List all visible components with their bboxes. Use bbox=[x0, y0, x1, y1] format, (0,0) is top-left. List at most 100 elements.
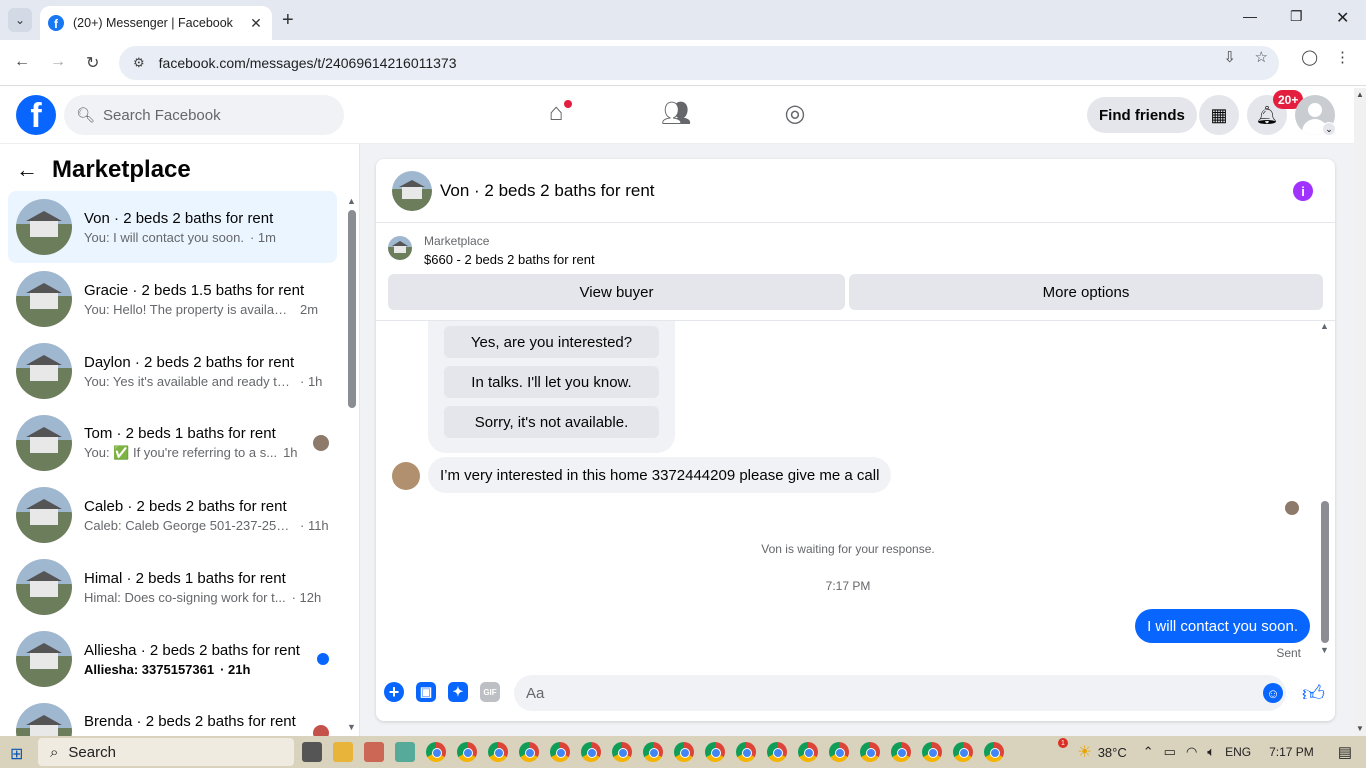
conversation-item[interactable]: Brenda · 2 beds 2 baths for rent bbox=[8, 695, 337, 736]
facebook-search-input[interactable] bbox=[103, 106, 324, 124]
conversation-item[interactable]: Von · 2 beds 2 baths for rent You: I wil… bbox=[8, 191, 337, 263]
chrome-icon[interactable] bbox=[860, 742, 880, 762]
conversation-item[interactable]: Gracie · 2 beds 1.5 baths for rent You: … bbox=[8, 263, 337, 335]
emoji-icon[interactable]: ☺ bbox=[1263, 683, 1283, 703]
site-settings-icon[interactable]: ⚙ bbox=[133, 55, 145, 71]
gif-icon[interactable]: GIF bbox=[480, 682, 500, 702]
listing-price[interactable]: $660 - 2 beds 2 baths for rent bbox=[424, 252, 595, 267]
sticker-icon[interactable]: ✦ bbox=[448, 682, 468, 702]
groups-icon[interactable]: ◎ bbox=[775, 99, 815, 128]
attach-image-icon[interactable]: ▣ bbox=[416, 682, 436, 702]
chrome-icon[interactable] bbox=[922, 742, 942, 762]
scroll-up-arrow-icon[interactable]: ▲ bbox=[1320, 321, 1329, 331]
wifi-icon[interactable]: ◠ bbox=[1186, 744, 1197, 760]
back-arrow-icon[interactable]: ← bbox=[16, 157, 38, 183]
quick-reply-button[interactable]: Sorry, it's not available. bbox=[444, 406, 659, 438]
conversation-preview: You: Yes it's available and ready to ... bbox=[84, 373, 294, 389]
scroll-down-arrow-icon[interactable]: ▼ bbox=[347, 722, 356, 732]
notification-center-icon[interactable]: ▤ bbox=[1338, 743, 1352, 761]
friends-icon[interactable]: 👥︎ bbox=[656, 99, 696, 128]
clock[interactable]: 7:17 PM bbox=[1269, 745, 1314, 759]
chrome-icon[interactable] bbox=[519, 742, 539, 762]
language-indicator[interactable]: ENG bbox=[1225, 745, 1251, 759]
conversation-time: · 11h bbox=[300, 517, 329, 533]
chat-title[interactable]: Von · 2 beds 2 baths for rent bbox=[440, 181, 655, 201]
chrome-icon[interactable] bbox=[953, 742, 973, 762]
scroll-down-arrow-icon[interactable]: ▼ bbox=[1320, 645, 1329, 655]
install-app-icon[interactable]: ⇩ bbox=[1223, 48, 1236, 66]
chrome-icon[interactable] bbox=[829, 742, 849, 762]
find-friends-button[interactable]: Find friends bbox=[1087, 97, 1197, 133]
conversation-preview: Caleb: Caleb George 501-237-255... bbox=[84, 517, 294, 533]
app-icon[interactable] bbox=[395, 742, 415, 762]
browser-tab-active[interactable]: f (20+) Messenger | Facebook ✕ bbox=[40, 6, 272, 40]
new-tab-plus-icon[interactable]: + bbox=[282, 9, 294, 32]
page-scrollbar[interactable]: ▲ ▼ bbox=[1354, 88, 1366, 736]
chrome-icon[interactable] bbox=[798, 742, 818, 762]
conversation-item[interactable]: Daylon · 2 beds 2 baths for rent You: Ye… bbox=[8, 335, 337, 407]
listing-thumbnail bbox=[16, 199, 72, 255]
add-plus-icon[interactable]: + bbox=[384, 682, 404, 702]
chrome-icon[interactable] bbox=[736, 742, 756, 762]
sent-status: Sent bbox=[1276, 646, 1301, 660]
battery-icon[interactable]: ▭ bbox=[1164, 744, 1176, 760]
account-chevron-down-icon[interactable]: ⌄ bbox=[1322, 122, 1336, 136]
file-explorer-icon[interactable] bbox=[333, 742, 353, 762]
browser-menu-icon[interactable]: ⋮ bbox=[1335, 48, 1350, 66]
address-bar[interactable]: ⚙ facebook.com/messages/t/24069614216011… bbox=[119, 46, 1279, 80]
listing-thumbnail bbox=[16, 343, 72, 399]
chrome-icon[interactable] bbox=[457, 742, 477, 762]
forward-arrow-icon[interactable]: → bbox=[50, 53, 66, 71]
conversation-item[interactable]: Himal · 2 beds 1 baths for rent Himal: D… bbox=[8, 551, 337, 623]
conversation-item[interactable]: Tom · 2 beds 1 baths for rent You: ✅ If … bbox=[8, 407, 337, 479]
task-view-icon[interactable] bbox=[302, 742, 322, 762]
tab-search-chevron-icon[interactable]: ⌄ bbox=[8, 8, 32, 32]
conversation-list-scrollbar[interactable] bbox=[348, 210, 356, 408]
menu-grid-icon[interactable]: ▦ bbox=[1199, 95, 1239, 135]
bookmark-star-icon[interactable]: ☆ bbox=[1255, 48, 1268, 66]
more-options-button[interactable]: More options bbox=[849, 274, 1323, 310]
chrome-icon[interactable] bbox=[550, 742, 570, 762]
conversation-item[interactable]: Alliesha · 2 beds 2 baths for rent Allie… bbox=[8, 623, 337, 695]
volume-icon[interactable]: 🔈︎ bbox=[1207, 744, 1215, 760]
back-arrow-icon[interactable]: ← bbox=[14, 53, 30, 71]
chrome-icon[interactable] bbox=[426, 742, 446, 762]
reload-icon[interactable]: ↻ bbox=[86, 53, 99, 73]
facebook-logo[interactable]: f bbox=[16, 95, 56, 135]
window-close-icon[interactable]: ✕ bbox=[1336, 8, 1349, 28]
conversation-item[interactable]: Caleb · 2 beds 2 baths for rent Caleb: C… bbox=[8, 479, 337, 551]
conversation-name: Alliesha · 2 beds 2 baths for rent bbox=[84, 641, 300, 659]
chrome-icon[interactable] bbox=[612, 742, 632, 762]
scroll-down-arrow-icon[interactable]: ▼ bbox=[1356, 724, 1364, 733]
app-icon[interactable] bbox=[364, 742, 384, 762]
chrome-icon[interactable] bbox=[643, 742, 663, 762]
profile-icon[interactable]: ◯ bbox=[1301, 48, 1318, 66]
chrome-icon[interactable] bbox=[488, 742, 508, 762]
chrome-icon[interactable] bbox=[581, 742, 601, 762]
message-input[interactable] bbox=[514, 675, 1286, 711]
temperature[interactable]: 38°C bbox=[1098, 745, 1127, 760]
chrome-icon[interactable] bbox=[891, 742, 911, 762]
taskbar-search[interactable]: ⌕ Search bbox=[38, 738, 294, 766]
tray-chevron-up-icon[interactable]: ⌃ bbox=[1143, 744, 1154, 760]
weather-icon[interactable]: ☀ bbox=[1077, 742, 1091, 762]
view-buyer-button[interactable]: View buyer bbox=[388, 274, 845, 310]
scroll-up-arrow-icon[interactable]: ▲ bbox=[1356, 90, 1364, 99]
quick-reply-button[interactable]: In talks. I'll let you know. bbox=[444, 366, 659, 398]
restore-icon[interactable]: ❐ bbox=[1290, 8, 1303, 25]
quick-reply-button[interactable]: Yes, are you interested? bbox=[444, 326, 659, 358]
chrome-icon[interactable] bbox=[984, 742, 1004, 762]
info-icon[interactable]: i bbox=[1293, 181, 1313, 201]
facebook-search[interactable]: 🔍︎ bbox=[64, 95, 344, 135]
scroll-up-arrow-icon[interactable]: ▲ bbox=[347, 196, 356, 206]
windows-start-icon[interactable]: ⊞ bbox=[10, 744, 23, 764]
tab-close-icon[interactable]: ✕ bbox=[248, 15, 264, 32]
chat-scrollbar[interactable] bbox=[1321, 501, 1329, 643]
chrome-icon[interactable] bbox=[674, 742, 694, 762]
thumbs-up-icon[interactable]: 👍︎ bbox=[1302, 680, 1325, 707]
sender-avatar[interactable] bbox=[392, 462, 420, 490]
chrome-icon[interactable] bbox=[705, 742, 725, 762]
minimize-icon[interactable]: — bbox=[1243, 8, 1257, 24]
chrome-icon[interactable] bbox=[767, 742, 787, 762]
conversation-name: Gracie · 2 beds 1.5 baths for rent bbox=[84, 281, 305, 299]
